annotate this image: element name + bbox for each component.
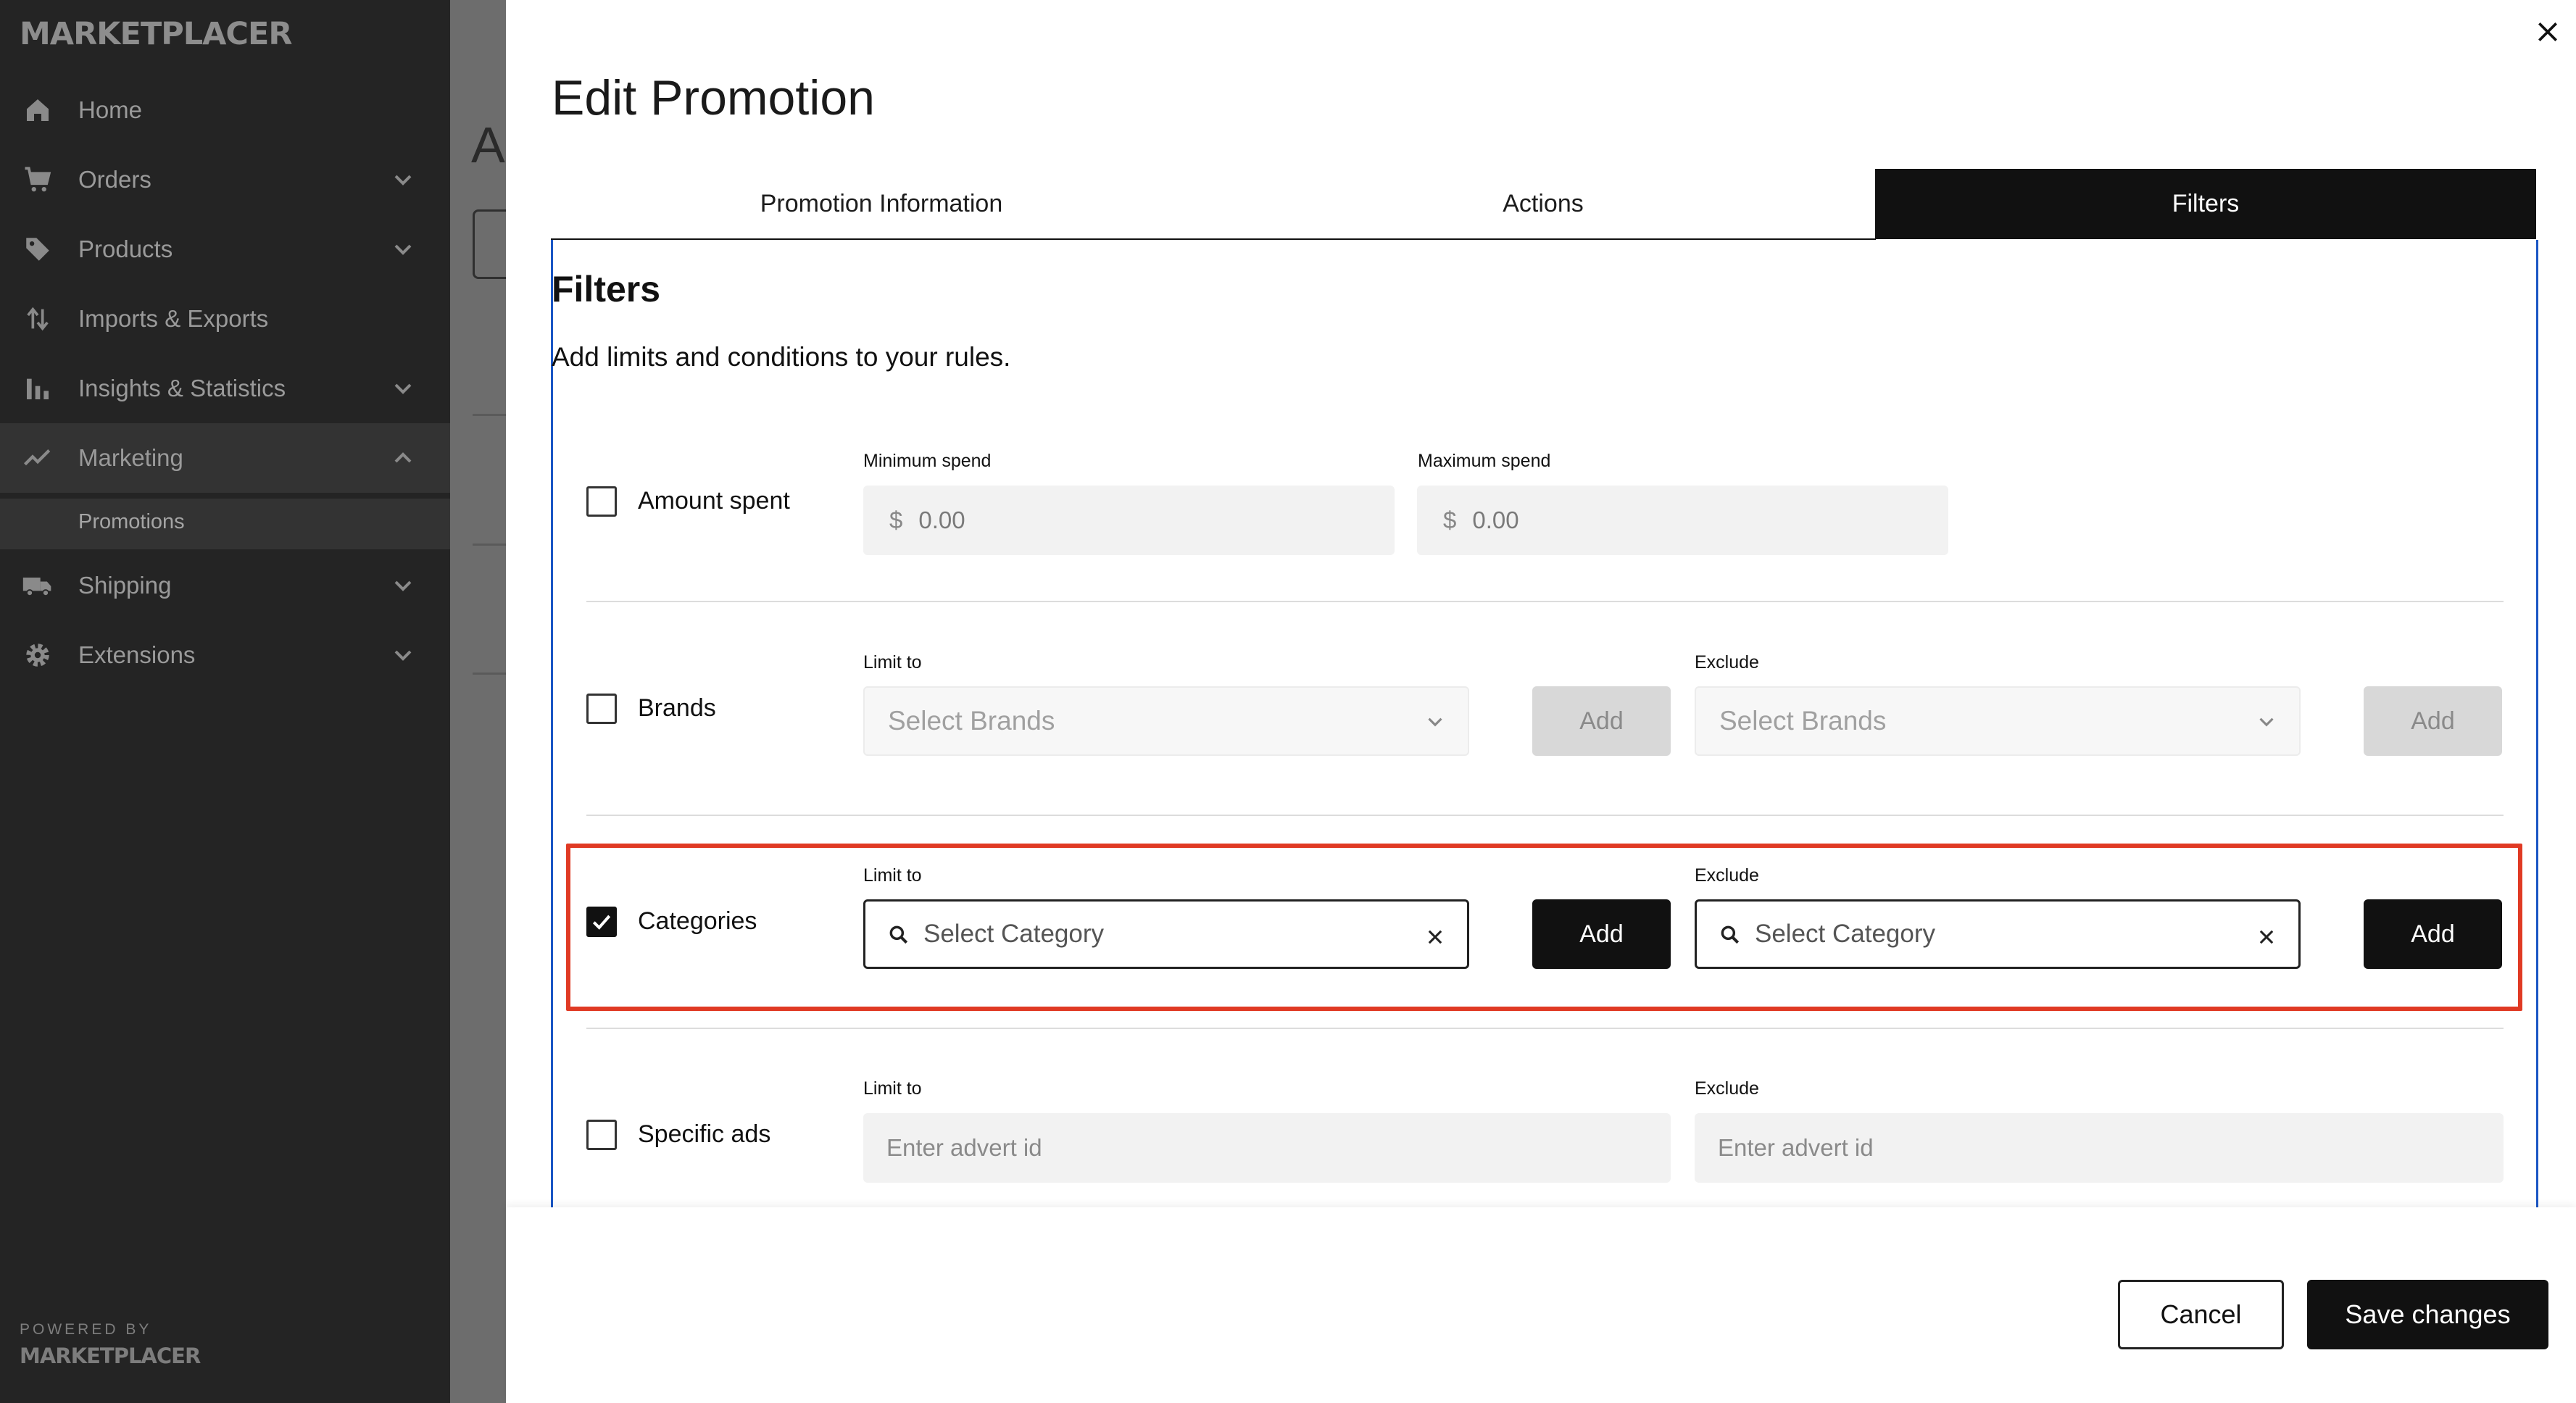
ads-exclude-label: Exclude [1695,1078,1759,1099]
specific-ads-label: Specific ads [638,1120,771,1148]
minimum-spend-field[interactable]: $ 0.00 [863,486,1395,555]
sidebar-item-products[interactable]: Products [0,215,450,284]
sidebar: MARKETPLACER Home Orders Products Import… [0,0,450,1403]
categories-limit-label: Limit to [863,865,922,886]
sidebar-item-label: Imports & Exports [78,305,269,332]
select-placeholder: Select Brands [888,706,1055,736]
brands-limit-label: Limit to [863,652,922,673]
sidebar-item-extensions[interactable]: Extensions [0,620,450,690]
categories-limit-add-button[interactable]: Add [1532,899,1671,969]
chevron-down-icon[interactable] [389,165,417,194]
divider [473,414,506,416]
chevron-down-icon[interactable] [389,235,417,264]
categories-exclude-label: Exclude [1695,865,1759,886]
brands-exclude-add-button[interactable]: Add [2364,686,2502,756]
search-icon [1719,923,1742,946]
sidebar-item-label: Marketing [78,444,183,471]
home-icon [22,94,54,126]
chevron-down-icon[interactable] [389,641,417,670]
trend-icon [22,442,54,474]
sidebar-item-label: Insights & Statistics [78,375,286,401]
sidebar-item-insights[interactable]: Insights & Statistics [0,354,450,423]
categories-exclude-add-button[interactable]: Add [2364,899,2502,969]
checkmark-icon [592,915,611,930]
divider [473,673,506,675]
modal-title: Edit Promotion [552,70,875,125]
sidebar-subitem-label: Promotions [78,510,185,533]
chevron-down-icon[interactable] [389,374,417,403]
search-icon [887,923,910,946]
brands-label: Brands [638,694,716,722]
truck-icon [22,570,54,601]
chevron-down-icon [2254,709,2279,734]
maximum-spend-value: 0.00 [1472,507,1519,533]
sidebar-item-label: Products [78,236,173,262]
bar-chart-icon [22,372,54,404]
categories-checkbox[interactable] [586,907,617,937]
section-title: Filters [552,269,661,309]
section-subtitle: Add limits and conditions to your rules. [552,342,1011,372]
sidebar-item-label: Shipping [78,572,172,599]
ads-limit-input[interactable]: Enter advert id [863,1113,1671,1183]
divider [586,601,2504,602]
tab-actions[interactable]: Actions [1213,169,1874,239]
specific-ads-checkbox[interactable] [586,1120,617,1150]
minimum-spend-label: Minimum spend [863,451,992,471]
divider [586,1028,2504,1029]
cart-icon [22,164,54,196]
minimum-spend-value: 0.00 [918,507,965,533]
close-icon[interactable] [2533,17,2562,46]
tag-icon [22,233,54,265]
brands-exclude-label: Exclude [1695,652,1759,673]
save-changes-button[interactable]: Save changes [2307,1280,2548,1349]
tab-filters[interactable]: Filters [1875,169,2536,239]
gear-icon [22,639,54,671]
categories-label: Categories [638,907,757,935]
divider [586,815,2504,816]
tab-promotion-information[interactable]: Promotion Information [551,169,1212,239]
sidebar-item-imports-exports[interactable]: Imports & Exports [0,284,450,354]
sidebar-item-shipping[interactable]: Shipping [0,551,450,620]
clear-icon[interactable] [2256,925,2277,945]
import-export-icon [22,303,54,335]
background-input [473,209,506,279]
search-placeholder: Select Category [1755,920,1936,948]
amount-spent-checkbox[interactable] [586,486,617,517]
brands-limit-add-button[interactable]: Add [1532,686,1671,756]
categories-limit-search[interactable]: Select Category [863,899,1469,969]
powered-by-label: POWERED BY [20,1321,152,1338]
divider [473,544,506,546]
input-placeholder: Enter advert id [886,1134,1042,1161]
currency-symbol: $ [1443,507,1457,533]
search-placeholder: Select Category [923,920,1105,948]
brands-exclude-select[interactable]: Select Brands [1695,686,2301,756]
maximum-spend-label: Maximum spend [1418,451,1551,471]
currency-symbol: $ [889,507,903,533]
sidebar-item-home[interactable]: Home [0,75,450,145]
sidebar-item-orders[interactable]: Orders [0,145,450,215]
brands-limit-select[interactable]: Select Brands [863,686,1469,756]
sidebar-item-label: Orders [78,166,151,193]
sidebar-item-label: Home [78,96,143,123]
chevron-down-icon [1423,709,1447,734]
input-placeholder: Enter advert id [1718,1134,1874,1161]
footer-logo: MARKETPLACER [20,1344,201,1368]
brands-checkbox[interactable] [586,694,617,724]
cancel-button[interactable]: Cancel [2118,1280,2284,1349]
ads-limit-label: Limit to [863,1078,922,1099]
ads-exclude-input[interactable]: Enter advert id [1695,1113,2504,1183]
background-page-title: A [471,117,505,173]
sidebar-item-marketing[interactable]: Marketing [0,423,450,493]
chevron-down-icon[interactable] [389,571,417,600]
sidebar-subitem-promotions[interactable]: Promotions [0,499,450,549]
sidebar-item-label: Extensions [78,641,196,668]
amount-spent-label: Amount spent [638,487,790,515]
chevron-up-icon[interactable] [389,444,417,472]
select-placeholder: Select Brands [1719,706,1887,736]
clear-icon[interactable] [1425,925,1445,945]
marketplacer-logo: MARKETPLACER [20,16,292,52]
maximum-spend-field[interactable]: $ 0.00 [1417,486,1948,555]
categories-exclude-search[interactable]: Select Category [1695,899,2301,969]
